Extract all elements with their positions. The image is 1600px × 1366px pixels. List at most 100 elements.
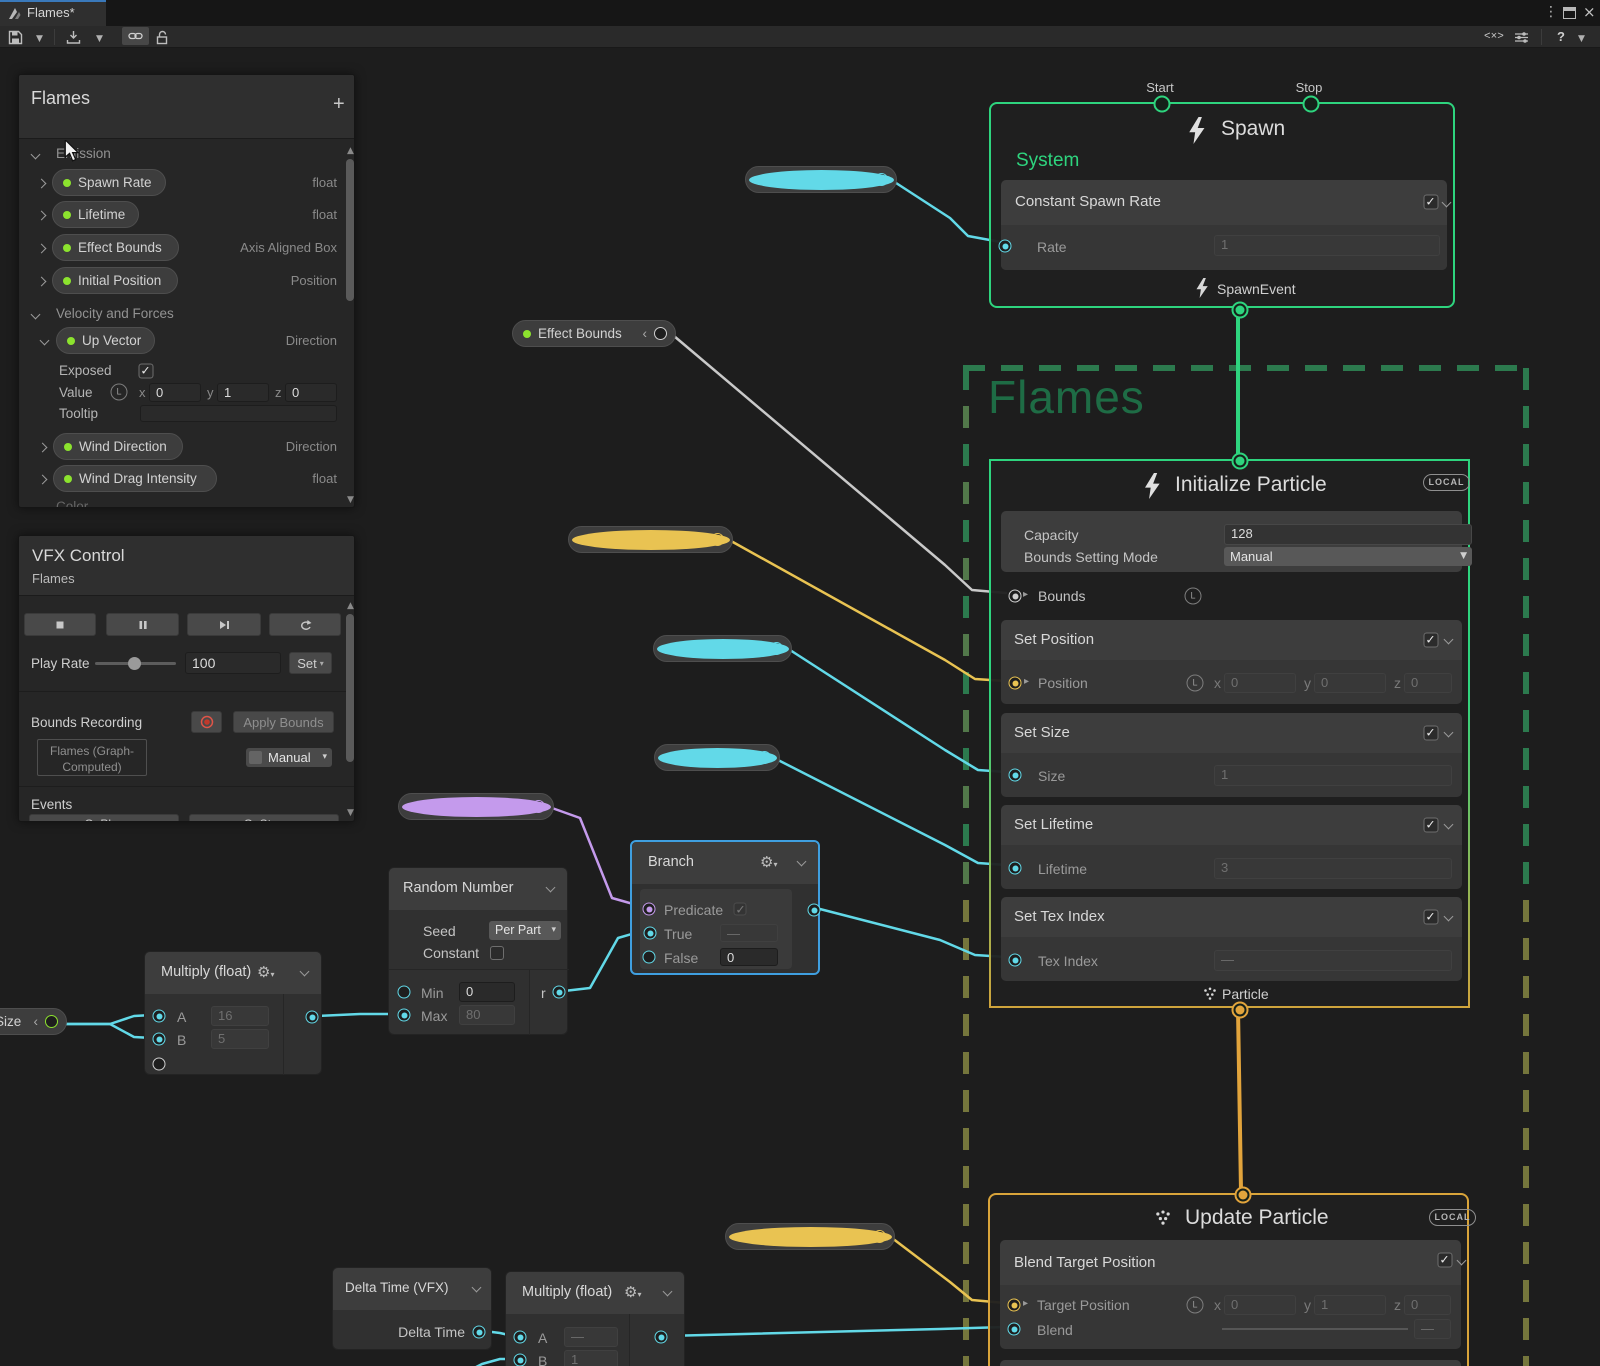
expander-icon[interactable] [38, 475, 48, 485]
bounds-mode-control-dropdown[interactable]: Manual▾ [246, 748, 332, 767]
param-out-port[interactable] [770, 642, 783, 655]
expander-icon[interactable] [38, 443, 48, 453]
position-z-field[interactable]: 0 [1404, 673, 1452, 693]
set-position-header[interactable]: Set Position [1001, 620, 1462, 660]
set-position-checkbox[interactable] [1424, 633, 1439, 648]
param-out-port[interactable] [875, 173, 888, 186]
param-pill-wind-direction[interactable]: Wind Direction ‹ [725, 1223, 895, 1250]
param-out-port[interactable] [758, 751, 771, 764]
bounds-mode-dropdown[interactable]: Manual▼ [1224, 547, 1472, 566]
spawn-context[interactable]: Spawn System Constant Spawn Rate Rate 1 … [989, 102, 1455, 308]
onplay-button[interactable]: OnPlay [29, 814, 179, 822]
gear-icon[interactable]: ⚙▾ [257, 963, 274, 981]
gear-icon[interactable]: ⚙▾ [760, 853, 777, 871]
stop-button[interactable] [24, 613, 96, 636]
multiply2-a-port[interactable] [514, 1331, 527, 1344]
max-field[interactable]: 80 [459, 1005, 515, 1025]
expander-icon[interactable] [37, 277, 47, 287]
spawn-start-port[interactable] [1154, 96, 1171, 113]
apply-bounds-button[interactable]: Apply Bounds [233, 711, 334, 733]
set-size-header[interactable]: Set Size [1001, 713, 1462, 753]
target-position-port[interactable] [1008, 1299, 1021, 1312]
scroll-up-icon[interactable]: ▲ [347, 601, 354, 611]
bb-item-up-vector[interactable]: Up Vector [56, 327, 155, 354]
set-lifetime-checkbox[interactable] [1424, 818, 1439, 833]
bb-item-effect-bounds[interactable]: Effect Bounds [52, 234, 179, 261]
spawn-stop-port[interactable] [1303, 96, 1320, 113]
update-second-block[interactable] [1000, 1360, 1461, 1366]
toolbar-dropdown-icon[interactable]: ▼ [1578, 34, 1585, 44]
false-field[interactable]: 0 [720, 948, 778, 966]
rate-port[interactable] [999, 240, 1012, 253]
branch-out-port[interactable] [808, 904, 821, 917]
false-port[interactable] [643, 951, 656, 964]
tooltip-field[interactable] [140, 405, 337, 422]
param-pill-size[interactable]: Size ‹ [0, 1008, 67, 1035]
wire-init-to-update[interactable] [1238, 1009, 1241, 1191]
blend-target-checkbox[interactable] [1438, 1253, 1453, 1268]
param-out-port[interactable] [45, 1015, 58, 1028]
multiply1-node[interactable]: Multiply (float) ⚙▾ A 16 B 5 [144, 951, 322, 1075]
scroll-up-icon[interactable]: ▲ [347, 146, 354, 156]
link-toggle-button[interactable] [122, 27, 149, 45]
size-port[interactable] [1009, 769, 1022, 782]
set-tex-index-checkbox[interactable] [1424, 910, 1439, 925]
min-field[interactable]: 0 [459, 982, 515, 1002]
branch-node[interactable]: Branch ⚙▾ Predicate True — False 0 [630, 840, 820, 975]
blend-target-header[interactable]: Blend Target Position [1000, 1240, 1461, 1285]
help-icon[interactable]: ? [1557, 29, 1565, 44]
multiply2-b-field[interactable]: 1 [564, 1350, 618, 1366]
wire-effect-bounds[interactable] [674, 336, 1006, 593]
bb-item-lifetime[interactable]: Lifetime [52, 201, 139, 228]
multiply1-b-port[interactable] [153, 1033, 166, 1046]
wire-branch-out[interactable] [816, 908, 1006, 957]
target-x-field[interactable]: 0 [1224, 1295, 1296, 1315]
value-link-icon[interactable]: L [111, 384, 128, 401]
bounds-port[interactable] [1009, 590, 1022, 603]
target-position-expander-icon[interactable]: ▸ [1023, 1298, 1028, 1309]
bounds-expander-icon[interactable]: ▸ [1023, 589, 1028, 600]
gear-icon[interactable]: ⚙▾ [624, 1283, 641, 1301]
blend-port[interactable] [1008, 1323, 1021, 1336]
onstop-button[interactable]: OnStop [189, 814, 339, 822]
tex-index-field[interactable]: — [1214, 950, 1452, 971]
param-out-port[interactable] [532, 800, 545, 813]
restart-button[interactable] [269, 613, 341, 636]
wire-initial-size[interactable] [790, 650, 1006, 772]
multiply1-a-field[interactable]: 16 [211, 1006, 269, 1026]
multiply2-out-port[interactable] [655, 1331, 668, 1344]
param-pill-use-flipbook[interactable]: Use Flipbook ‹ [398, 793, 554, 820]
init-out-port[interactable] [1232, 1002, 1249, 1019]
initialize-context[interactable]: Initialize Particle LOCAL Capacity 128 B… [989, 459, 1470, 1008]
kebab-menu-icon[interactable]: ⋮ [1544, 4, 1558, 20]
rate-field[interactable]: 1 [1214, 235, 1440, 256]
true-field[interactable]: — [720, 924, 778, 942]
bb-item-initial-position[interactable]: Initial Position [52, 267, 178, 294]
set-lifetime-header[interactable]: Set Lifetime [1001, 805, 1462, 845]
wire-size-to-b[interactable] [65, 1024, 152, 1038]
tab-flames[interactable]: Flames* [0, 0, 106, 26]
true-port[interactable] [644, 927, 657, 940]
unlock-icon[interactable] [155, 30, 169, 45]
lifetime-field[interactable]: 3 [1214, 858, 1452, 879]
position-port[interactable] [1009, 677, 1022, 690]
init-in-port[interactable] [1232, 453, 1249, 470]
predicate-port[interactable] [643, 903, 656, 916]
vfx-control-scrollbar[interactable] [346, 614, 354, 762]
expander-icon[interactable] [37, 211, 47, 221]
play-rate-slider-knob[interactable] [128, 657, 141, 670]
param-out-port[interactable] [711, 533, 724, 546]
lifetime-port[interactable] [1009, 862, 1022, 875]
blend-field[interactable]: — [1414, 1319, 1451, 1339]
capacity-field[interactable]: 128 [1224, 524, 1472, 545]
update-in-port[interactable] [1235, 1187, 1252, 1204]
multiply1-b-field[interactable]: 5 [211, 1029, 269, 1049]
param-out-port[interactable] [654, 327, 667, 340]
expander-icon[interactable] [40, 336, 50, 346]
maximize-icon[interactable] [1563, 7, 1576, 19]
exposed-checkbox[interactable] [139, 364, 154, 379]
position-link-icon[interactable]: L [1187, 675, 1204, 692]
constant-spawn-rate-block[interactable]: Constant Spawn Rate Rate 1 [1001, 180, 1447, 270]
blend-slider[interactable] [1222, 1328, 1408, 1330]
add-parameter-button[interactable]: + [333, 93, 345, 116]
